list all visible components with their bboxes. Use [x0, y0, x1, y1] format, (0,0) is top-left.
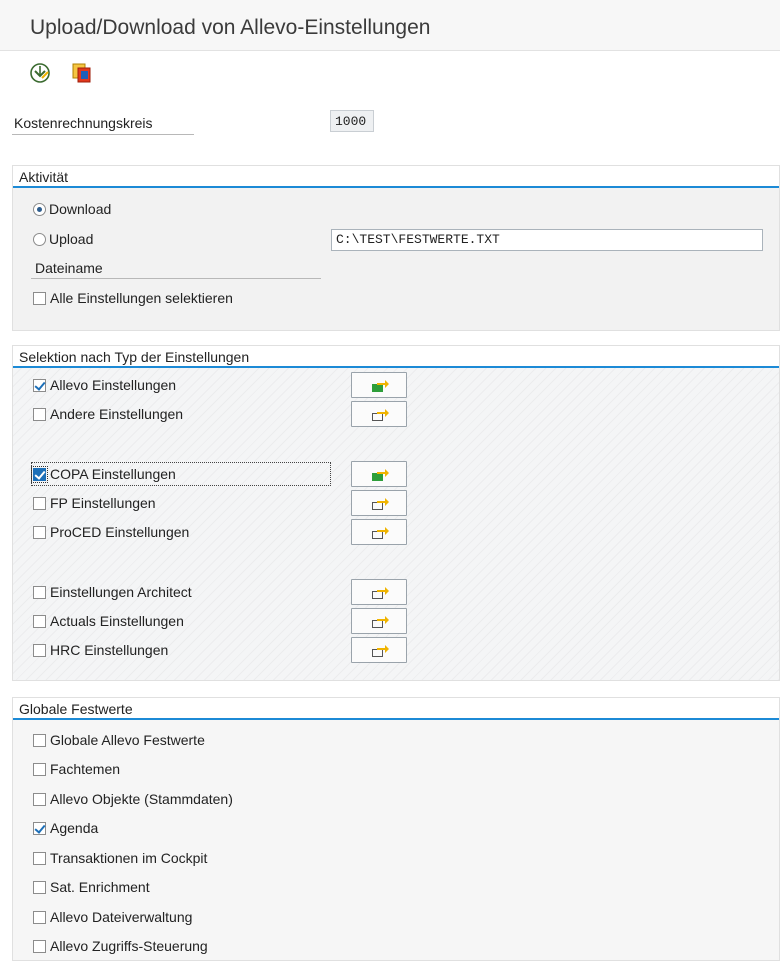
- selektion-group: Selektion nach Typ der Einstellungen All…: [12, 345, 780, 681]
- alle-einstellungen-checkbox[interactable]: [33, 291, 46, 305]
- alle-einstellungen-label: Alle Einstellungen selektieren: [50, 290, 233, 306]
- allevo-einstellungen-label: Allevo Einstellungen: [50, 377, 177, 393]
- upload-label: Upload: [49, 231, 94, 247]
- folder-transfer-icon: [372, 527, 389, 539]
- download-radio-icon[interactable]: [33, 202, 46, 216]
- andere-einstellungen-label: Andere Einstellungen: [50, 406, 184, 422]
- execute-icon[interactable]: [28, 61, 52, 85]
- proced-einstellungen-row[interactable]: ProCED Einstellungen: [33, 521, 189, 543]
- actuals-einstellungen-label: Actuals Einstellungen: [50, 613, 184, 629]
- focus-outline: [31, 462, 331, 486]
- agenda-label: Agenda: [50, 820, 99, 836]
- globale-festwerte-title: Globale Festwerte: [19, 701, 133, 717]
- fp-einstellungen-label: FP Einstellungen: [50, 495, 156, 511]
- green-transfer-icon: [372, 380, 389, 392]
- radio-upload[interactable]: Upload: [33, 228, 93, 250]
- copa-einstellungen-button[interactable]: [351, 461, 407, 487]
- label-underline: [12, 134, 194, 135]
- allevo-einstellungen-button[interactable]: [351, 372, 407, 398]
- dateiname-underline: [31, 278, 321, 279]
- proced-einstellungen-label: ProCED Einstellungen: [50, 524, 190, 540]
- andere-einstellungen-row[interactable]: Andere Einstellungen: [33, 403, 183, 425]
- fachtemen-label: Fachtemen: [50, 761, 121, 777]
- upload-radio-icon[interactable]: [33, 232, 46, 246]
- einstellungen-architect-button[interactable]: [351, 579, 407, 605]
- fp-einstellungen-row[interactable]: FP Einstellungen: [33, 492, 156, 514]
- copy-icon[interactable]: [70, 61, 94, 85]
- allevo-objekte-checkbox[interactable]: [33, 792, 46, 806]
- folder-transfer-icon: [372, 645, 389, 657]
- toolbar: [0, 51, 780, 95]
- agenda-checkbox[interactable]: [33, 821, 46, 835]
- dateiname-row: Dateiname: [35, 257, 103, 279]
- kostenrechnungskreis-value[interactable]: 1000: [330, 110, 374, 132]
- actuals-einstellungen-row[interactable]: Actuals Einstellungen: [33, 610, 184, 632]
- hrc-einstellungen-row[interactable]: HRC Einstellungen: [33, 639, 168, 661]
- globale-allevo-festwerte-checkbox[interactable]: [33, 733, 46, 747]
- sat-enrichment-row[interactable]: Sat. Enrichment: [33, 876, 150, 898]
- allevo-dateiverwaltung-checkbox[interactable]: [33, 910, 46, 924]
- globale-festwerte-group: Globale Festwerte Globale Allevo Festwer…: [12, 697, 780, 961]
- radio-download[interactable]: Download: [33, 198, 111, 220]
- hrc-einstellungen-button[interactable]: [351, 637, 407, 663]
- page-title: Upload/Download von Allevo-Einstellungen: [30, 16, 431, 39]
- aktivitaet-group: Aktivität Download Upload Dateiname C:\T…: [12, 165, 780, 331]
- folder-transfer-icon: [372, 409, 389, 421]
- proced-einstellungen-button[interactable]: [351, 519, 407, 545]
- andere-einstellungen-button[interactable]: [351, 401, 407, 427]
- folder-transfer-icon: [372, 616, 389, 628]
- allevo-objekte-row[interactable]: Allevo Objekte (Stammdaten): [33, 788, 233, 810]
- transaktionen-row[interactable]: Transaktionen im Cockpit: [33, 847, 207, 869]
- selektion-title: Selektion nach Typ der Einstellungen: [19, 349, 250, 365]
- aktivitaet-title: Aktivität: [19, 169, 69, 185]
- allevo-zugriffs-steuerung-row[interactable]: Allevo Zugriffs-Steuerung: [33, 935, 208, 957]
- fp-einstellungen-checkbox[interactable]: [33, 496, 46, 510]
- kostenrechnungskreis-label: Kostenrechnungskreis: [14, 115, 153, 131]
- transaktionen-label: Transaktionen im Cockpit: [50, 850, 208, 866]
- hrc-einstellungen-label: HRC Einstellungen: [50, 642, 169, 658]
- hrc-einstellungen-checkbox[interactable]: [33, 643, 46, 657]
- allevo-dateiverwaltung-row[interactable]: Allevo Dateiverwaltung: [33, 906, 192, 928]
- dateiname-input[interactable]: C:\TEST\FESTWERTE.TXT: [331, 229, 763, 251]
- allevo-objekte-label: Allevo Objekte (Stammdaten): [50, 791, 233, 807]
- fp-einstellungen-button[interactable]: [351, 490, 407, 516]
- actuals-einstellungen-button[interactable]: [351, 608, 407, 634]
- andere-einstellungen-checkbox[interactable]: [33, 407, 46, 421]
- selektion-header: Selektion nach Typ der Einstellungen: [13, 346, 779, 368]
- einstellungen-architect-label: Einstellungen Architect: [50, 584, 192, 600]
- sat-enrichment-label: Sat. Enrichment: [50, 879, 150, 895]
- transaktionen-checkbox[interactable]: [33, 851, 46, 865]
- title-bar: Upload/Download von Allevo-Einstellungen: [0, 0, 780, 51]
- aktivitaet-header: Aktivität: [13, 166, 779, 188]
- einstellungen-architect-row[interactable]: Einstellungen Architect: [33, 581, 192, 603]
- allevo-zugriffs-steuerung-checkbox[interactable]: [33, 939, 46, 953]
- download-label: Download: [49, 201, 112, 217]
- allevo-einstellungen-row[interactable]: Allevo Einstellungen: [33, 374, 176, 396]
- globale-festwerte-header: Globale Festwerte: [13, 698, 779, 720]
- actuals-einstellungen-checkbox[interactable]: [33, 614, 46, 628]
- folder-transfer-icon: [372, 587, 389, 599]
- allevo-dateiverwaltung-label: Allevo Dateiverwaltung: [50, 909, 193, 925]
- sat-enrichment-checkbox[interactable]: [33, 880, 46, 894]
- allevo-einstellungen-checkbox[interactable]: [33, 378, 46, 392]
- allevo-zugriffs-steuerung-label: Allevo Zugriffs-Steuerung: [50, 938, 208, 954]
- fachtemen-row[interactable]: Fachtemen: [33, 758, 120, 780]
- dateiname-label: Dateiname: [35, 260, 103, 276]
- green-transfer-icon: [372, 469, 389, 481]
- einstellungen-architect-checkbox[interactable]: [33, 585, 46, 599]
- globale-allevo-festwerte-label: Globale Allevo Festwerte: [50, 732, 205, 748]
- proced-einstellungen-checkbox[interactable]: [33, 525, 46, 539]
- alle-einstellungen-row[interactable]: Alle Einstellungen selektieren: [33, 287, 233, 309]
- agenda-row[interactable]: Agenda: [33, 817, 98, 839]
- globale-allevo-festwerte-row[interactable]: Globale Allevo Festwerte: [33, 729, 205, 751]
- fachtemen-checkbox[interactable]: [33, 762, 46, 776]
- folder-transfer-icon: [372, 498, 389, 510]
